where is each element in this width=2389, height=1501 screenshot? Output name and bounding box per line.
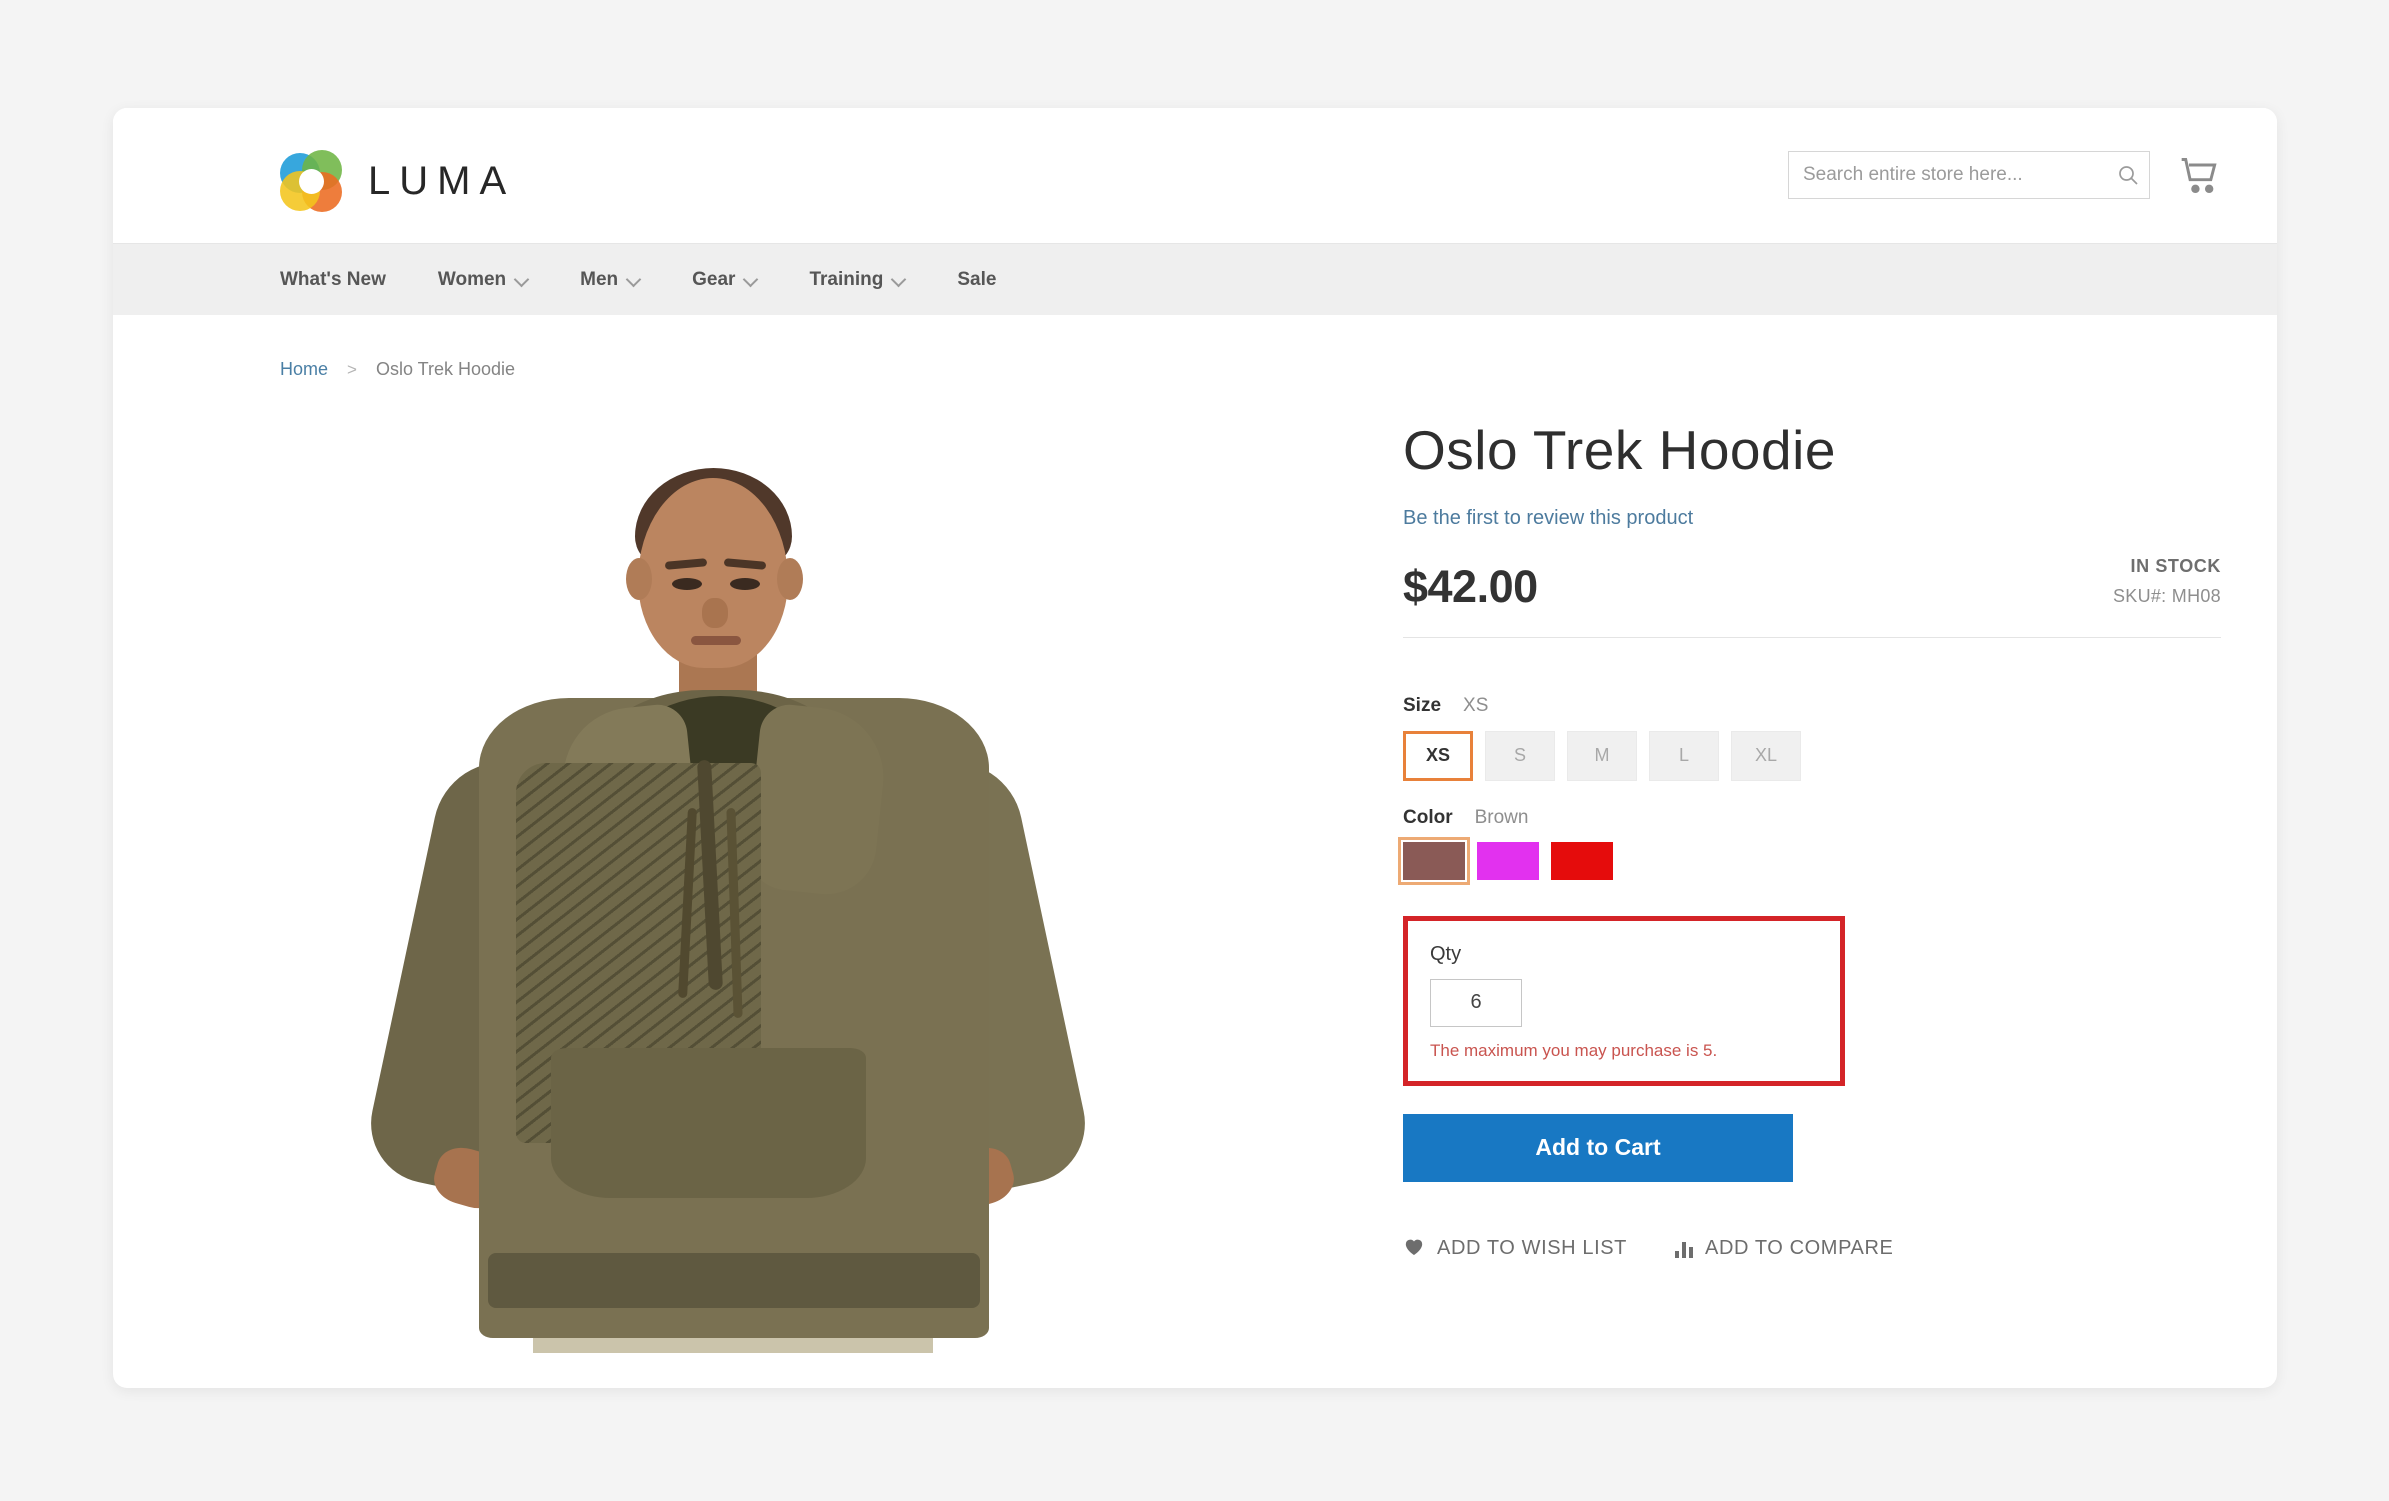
chevron-down-icon [516, 274, 528, 286]
product-image [283, 408, 1183, 1353]
nav-item-sale[interactable]: Sale [931, 244, 1022, 315]
nav-label: Men [580, 268, 619, 290]
luma-ring-logo-icon [280, 150, 342, 212]
size-option-xl[interactable]: XL [1731, 730, 1801, 781]
color-option-purple[interactable] [1477, 841, 1539, 880]
size-swatch-group: Size XS XS S M L XL [1403, 695, 2233, 781]
breadcrumb-separator: > [347, 359, 357, 379]
color-swatch-group: Color Brown [1398, 807, 2233, 885]
qty-error-message: The maximum you may purchase is 5. [1430, 1040, 1718, 1060]
section-divider [1403, 636, 2221, 638]
size-selected-value: XS [1463, 694, 1489, 716]
stock-info: IN STOCK SKU#: MH08 [2113, 556, 2221, 613]
color-selected-value: Brown [1474, 806, 1529, 828]
product-price: $42.00 [1403, 560, 1538, 612]
chevron-down-icon [745, 274, 757, 286]
color-options [1398, 836, 2233, 885]
qty-label: Qty [1430, 942, 1462, 965]
price-and-stock-row: $42.00 IN STOCK SKU#: MH08 [1403, 556, 2233, 613]
qty-input[interactable] [1430, 978, 1522, 1027]
add-to-wish-list-link[interactable]: ADD TO WISH LIST [1403, 1236, 1627, 1262]
store-page-card: LUMA What's New Women [113, 108, 2277, 1388]
add-to-cart-button[interactable]: Add to Cart [1403, 1113, 1793, 1182]
size-option-xs[interactable]: XS [1403, 730, 1473, 781]
size-option-m[interactable]: M [1567, 730, 1637, 781]
size-options: XS S M L XL [1403, 730, 2233, 781]
write-review-link[interactable]: Be the first to review this product [1403, 507, 2233, 530]
product-action-links: ADD TO WISH LIST ADD TO COMPARE [1403, 1236, 2233, 1262]
site-header: LUMA [113, 108, 2277, 243]
qty-annotated-block: Qty The maximum you may purchase is 5. [1403, 915, 1845, 1086]
add-to-compare-link[interactable]: ADD TO COMPARE [1675, 1237, 1893, 1260]
shopping-cart-icon[interactable] [2178, 154, 2222, 198]
nav-item-women[interactable]: Women [412, 244, 554, 315]
breadcrumb-current: Oslo Trek Hoodie [375, 359, 516, 379]
search-box[interactable] [1788, 151, 2150, 199]
nav-item-gear[interactable]: Gear [666, 244, 783, 315]
nav-label: What's New [280, 268, 386, 290]
color-option-brown[interactable] [1398, 836, 1470, 885]
nav-label: Training [809, 268, 884, 290]
page-title: Oslo Trek Hoodie [1403, 419, 1836, 481]
nav-label: Gear [692, 268, 736, 290]
compare-bars-icon [1675, 1240, 1694, 1258]
search-icon[interactable] [2107, 163, 2149, 187]
color-header: Color Brown [1403, 807, 2233, 829]
wish-list-label: ADD TO WISH LIST [1437, 1237, 1628, 1260]
search-input[interactable] [1789, 164, 2107, 186]
product-info: Oslo Trek Hoodie Be the first to review … [1398, 398, 2233, 1358]
breadcrumb: Home > Oslo Trek Hoodie [113, 315, 2277, 380]
product-sku: SKU#: MH08 [2112, 585, 2221, 606]
size-option-s[interactable]: S [1485, 730, 1555, 781]
product-main: Oslo Trek Hoodie Be the first to review … [113, 380, 2277, 1358]
nav-label: Women [437, 268, 507, 290]
compare-label: ADD TO COMPARE [1705, 1237, 1894, 1260]
nav-item-training[interactable]: Training [783, 244, 931, 315]
heart-icon [1403, 1236, 1425, 1262]
chevron-down-icon [628, 274, 640, 286]
size-header: Size XS [1403, 695, 2233, 717]
nav-label: Sale [957, 268, 997, 290]
nav-item-whats-new[interactable]: What's New [280, 244, 412, 315]
size-label: Size [1403, 694, 1442, 716]
site-logo[interactable]: LUMA [280, 150, 515, 212]
chevron-down-icon [893, 274, 905, 286]
size-option-l[interactable]: L [1649, 730, 1719, 781]
main-navigation: What's New Women Men Gear Training Sale [113, 243, 2277, 315]
breadcrumb-home[interactable]: Home [280, 359, 328, 380]
nav-item-men[interactable]: Men [554, 244, 666, 315]
status-badge: IN STOCK [2130, 555, 2221, 576]
color-label: Color [1403, 806, 1453, 828]
product-gallery[interactable] [113, 398, 1403, 1358]
color-option-red[interactable] [1551, 841, 1613, 880]
brand-name: LUMA [368, 158, 516, 203]
